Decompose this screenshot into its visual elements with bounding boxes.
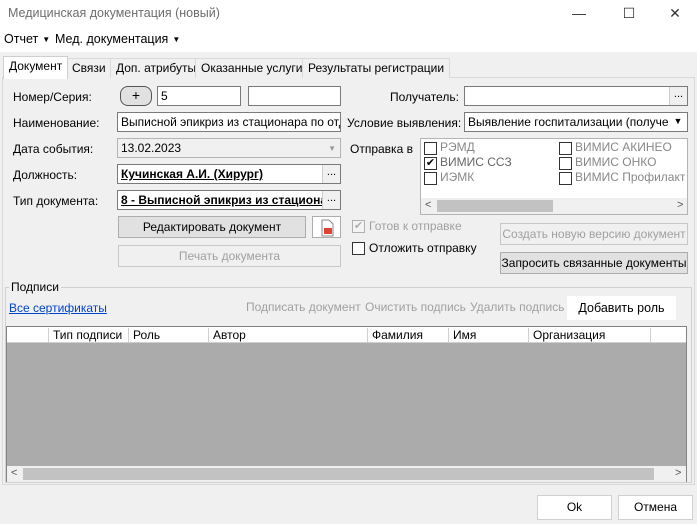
condition-label: Условие выявления:: [347, 116, 462, 130]
position-lookup-button[interactable]: ...: [322, 165, 340, 183]
doctype-lookup-button[interactable]: ...: [322, 191, 340, 209]
minimize-button[interactable]: —: [556, 0, 602, 28]
pdf-icon: [321, 219, 333, 237]
condition-select[interactable]: Выявление госпитализации (получение ▼: [464, 112, 688, 132]
recipient-field[interactable]: [464, 86, 688, 106]
column-header-organization[interactable]: Организация: [528, 328, 605, 342]
column-header-firstname[interactable]: Имя: [448, 328, 476, 342]
pdf-export-button[interactable]: [312, 216, 341, 238]
send-akineo-checkbox[interactable]: [559, 142, 572, 155]
delete-signature-button[interactable]: Удалить подпись: [470, 300, 565, 314]
send-akineo-label: ВИМИС АКИНЕО: [575, 140, 672, 154]
position-field[interactable]: Кучинская А.И. (Хирург): [117, 164, 341, 184]
scroll-left-icon[interactable]: <: [425, 199, 431, 211]
recipient-label: Получатель:: [390, 90, 459, 104]
checkmark-icon: ✔: [353, 220, 364, 232]
date-label: Дата события:: [13, 142, 94, 156]
scroll-right-icon[interactable]: >: [677, 199, 683, 211]
tab-registration-results[interactable]: Результаты регистрации: [302, 58, 451, 78]
column-header-author[interactable]: Автор: [208, 328, 246, 342]
close-button[interactable]: ✕: [652, 0, 697, 28]
send-ssz-label: ВИМИС ССЗ: [440, 155, 512, 169]
create-version-button[interactable]: Создать новую версию документ: [500, 223, 688, 245]
column-divider: [650, 328, 651, 342]
doctype-label: Тип документа:: [13, 194, 99, 208]
ready-label: Готов к отправке: [369, 219, 462, 233]
menu-med-docs[interactable]: Мед. документация ▼: [55, 32, 180, 46]
name-input[interactable]: Выписной эпикриз из стационара по отдел: [117, 112, 341, 132]
send-prevention-label: ВИМИС Профилактик: [575, 170, 685, 184]
menu-report[interactable]: Отчет ▼: [4, 32, 50, 46]
send-onko-label: ВИМИС ОНКО: [575, 155, 657, 169]
tab-links[interactable]: Связи: [66, 58, 112, 78]
tab-document[interactable]: Документ: [3, 56, 69, 79]
signatures-group-label: Подписи: [9, 280, 61, 294]
date-field[interactable]: 13.02.2023 ▼: [117, 138, 341, 158]
ready-checkbox[interactable]: ✔: [352, 220, 365, 233]
send-iemk-label: ИЭМК: [440, 170, 475, 184]
window-title: Медицинская документация (новый): [8, 6, 220, 20]
send-remd-checkbox[interactable]: [424, 142, 437, 155]
all-certificates-link[interactable]: Все сертификаты: [9, 301, 107, 315]
send-iemk-checkbox[interactable]: [424, 172, 437, 185]
postpone-checkbox[interactable]: [352, 242, 365, 255]
chevron-down-icon: ▼: [328, 144, 336, 153]
send-ssz-checkbox[interactable]: ✔: [424, 157, 437, 170]
print-document-button[interactable]: Печать документа: [118, 245, 341, 267]
name-label: Наименование:: [13, 116, 100, 130]
clear-signature-button[interactable]: Очистить подпись: [365, 300, 466, 314]
recipient-lookup-button[interactable]: ...: [669, 87, 687, 105]
chevron-down-icon: ▼: [172, 35, 181, 45]
column-header-surname[interactable]: Фамилия: [367, 328, 423, 342]
position-label: Должность:: [13, 168, 78, 182]
chevron-down-icon: ▼: [669, 113, 687, 131]
scroll-thumb[interactable]: [437, 200, 553, 212]
ok-button[interactable]: Ok: [537, 495, 612, 520]
doctype-field[interactable]: 8 - Выписной эпикриз из стациона: [117, 190, 341, 210]
checkmark-icon: ✔: [425, 157, 436, 169]
add-role-button[interactable]: Добавить роль: [567, 296, 676, 320]
send-prevention-checkbox[interactable]: [559, 172, 572, 185]
scroll-right-icon[interactable]: >: [675, 467, 681, 479]
postpone-label: Отложить отправку: [369, 241, 477, 255]
edit-document-button[interactable]: Редактировать документ: [118, 216, 306, 238]
request-related-button[interactable]: Запросить связанные документы: [500, 252, 688, 274]
number-input[interactable]: 5: [157, 86, 241, 106]
table-scroll-thumb[interactable]: [23, 468, 654, 480]
tab-extra-attributes[interactable]: Доп. атрибуты: [110, 58, 203, 78]
chevron-down-icon: ▼: [42, 35, 51, 45]
add-number-button[interactable]: +: [120, 86, 152, 106]
series-input[interactable]: [248, 86, 341, 106]
tab-services[interactable]: Оказанные услуги: [195, 58, 309, 78]
scroll-left-icon[interactable]: <: [11, 467, 17, 479]
send-remd-label: РЭМД: [440, 140, 475, 154]
cancel-button[interactable]: Отмена: [618, 495, 693, 520]
maximize-button[interactable]: ☐: [606, 0, 652, 28]
column-header-sign-type[interactable]: Тип подписи: [48, 328, 122, 342]
send-onko-checkbox[interactable]: [559, 157, 572, 170]
sign-document-button[interactable]: Подписать документ: [246, 300, 361, 314]
signatures-table: [6, 326, 687, 482]
column-header-role[interactable]: Роль: [128, 328, 160, 342]
send-label: Отправка в: [350, 142, 413, 156]
number-label: Номер/Серия:: [13, 90, 92, 104]
